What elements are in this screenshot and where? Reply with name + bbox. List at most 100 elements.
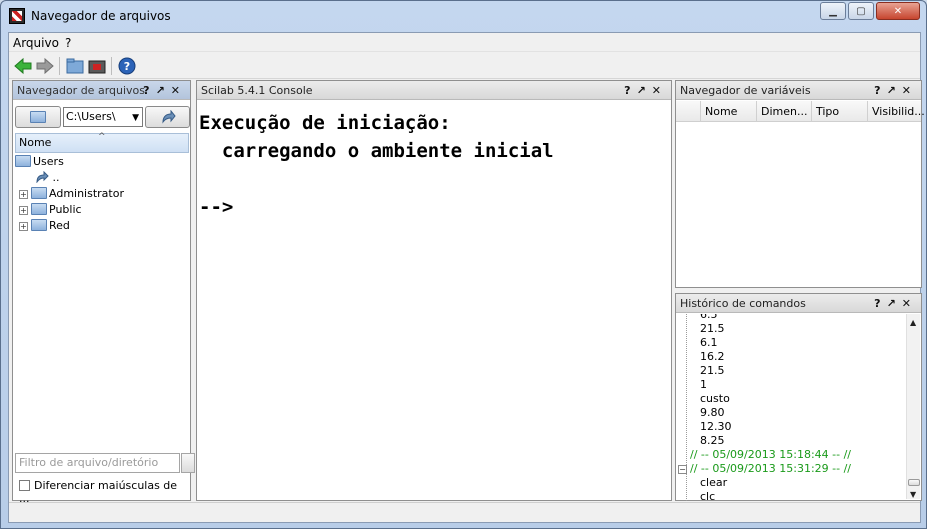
- column-dimensao[interactable]: Dimen...: [756, 101, 811, 122]
- console-line: carregando o ambiente inicial: [199, 140, 554, 162]
- title-bar[interactable]: Navegador de arquivos ▁ ▢ ✕: [1, 1, 926, 31]
- up-arrow-icon: [36, 170, 49, 184]
- expand-icon[interactable]: +: [19, 206, 28, 215]
- filter-button[interactable]: [181, 453, 195, 473]
- tree-item-administrator[interactable]: + Administrator: [19, 186, 124, 202]
- client-area: Arquivo ? ? Navegador de arquivos ?↗✕ C:…: [8, 32, 925, 523]
- history-entry[interactable]: custo: [700, 392, 730, 406]
- command-history-title: Histórico de comandos: [680, 297, 806, 310]
- menu-bar: Arquivo ?: [9, 33, 920, 52]
- file-filter-input[interactable]: Filtro de arquivo/diretório: [15, 453, 180, 473]
- history-entry[interactable]: 1: [700, 378, 707, 392]
- history-entry[interactable]: 6.5: [700, 314, 718, 322]
- arrow-right-icon[interactable]: [35, 56, 55, 76]
- console-header[interactable]: Scilab 5.4.1 Console ?↗✕: [197, 81, 671, 100]
- tree-item-root[interactable]: Users: [15, 154, 64, 170]
- variable-browser-header[interactable]: Navegador de variáveis ?↗✕: [676, 81, 921, 100]
- status-bar: [9, 502, 920, 522]
- open-folder-icon: [15, 155, 31, 167]
- minimize-button[interactable]: ▁: [820, 2, 846, 20]
- panel-help-icon[interactable]: ?: [143, 84, 155, 97]
- help-icon[interactable]: ?: [117, 56, 137, 76]
- panel-help-icon[interactable]: ?: [874, 84, 886, 97]
- panel-undock-icon[interactable]: ↗: [156, 84, 171, 97]
- console-output[interactable]: Execução de iniciação: carregando o ambi…: [199, 109, 554, 221]
- console-title: Scilab 5.4.1 Console: [201, 84, 313, 97]
- parent-directory-button[interactable]: [145, 106, 190, 128]
- sort-ascending-icon: ^: [98, 132, 106, 142]
- choose-directory-button[interactable]: [15, 106, 61, 128]
- expand-icon[interactable]: +: [19, 190, 28, 199]
- path-combobox[interactable]: C:\Users\ ▼: [63, 107, 143, 127]
- svg-text:?: ?: [124, 60, 130, 73]
- console-line: Execução de iniciação:: [199, 112, 451, 134]
- menu-help[interactable]: ?: [65, 36, 71, 50]
- folder-icon: [31, 203, 47, 215]
- history-session[interactable]: // -- 05/09/2013 15:18:44 -- //: [690, 448, 851, 462]
- arrow-left-icon[interactable]: [13, 56, 33, 76]
- tree-item-up[interactable]: ..: [35, 170, 60, 186]
- column-tipo[interactable]: Tipo: [811, 101, 867, 122]
- expand-icon[interactable]: +: [19, 222, 28, 231]
- command-history-header[interactable]: Histórico de comandos ?↗✕: [676, 294, 921, 313]
- toolbar-separator: [111, 57, 112, 75]
- history-scrollbar[interactable]: ▲ ▼: [906, 314, 920, 499]
- file-browser-panel: Navegador de arquivos ?↗✕ C:\Users\ ▼ ^ …: [12, 80, 195, 505]
- collapse-icon[interactable]: −: [678, 465, 687, 474]
- panel-close-icon[interactable]: ✕: [652, 84, 667, 97]
- open-folder-icon[interactable]: [65, 56, 85, 76]
- console-panel[interactable]: Scilab 5.4.1 Console ?↗✕ Execução de ini…: [196, 80, 672, 501]
- case-sensitive-checkbox[interactable]: [19, 480, 30, 491]
- panel-close-icon[interactable]: ✕: [171, 84, 186, 97]
- scroll-up-icon[interactable]: ▲: [910, 318, 916, 327]
- column-visibilidade[interactable]: Visibilid...: [867, 101, 925, 122]
- tree-item-public[interactable]: + Public: [19, 202, 82, 218]
- file-browser-title: Navegador de arquivos: [17, 84, 145, 97]
- history-entry[interactable]: 9.80: [700, 406, 725, 420]
- chevron-down-icon[interactable]: ▼: [132, 109, 139, 127]
- panel-help-icon[interactable]: ?: [624, 84, 636, 97]
- panel-undock-icon[interactable]: ↗: [887, 297, 902, 310]
- console-prompt[interactable]: -->: [199, 196, 233, 218]
- path-value: C:\Users\: [66, 110, 116, 123]
- tree-item-label: Users: [33, 155, 64, 168]
- command-history-panel: Histórico de comandos ?↗✕ 6.5 21.5 6.1 1…: [675, 293, 922, 501]
- panel-undock-icon[interactable]: ↗: [637, 84, 652, 97]
- history-entry[interactable]: 21.5: [700, 364, 725, 378]
- tree-item-label: Administrator: [49, 187, 124, 200]
- panel-close-icon[interactable]: ✕: [902, 84, 917, 97]
- history-entry[interactable]: clear: [700, 476, 727, 490]
- history-session[interactable]: −// -- 05/09/2013 15:31:29 -- //: [678, 462, 851, 476]
- history-entry[interactable]: 12.30: [700, 420, 732, 434]
- up-arrow-icon: [162, 110, 176, 124]
- maximize-button[interactable]: ▢: [848, 2, 874, 20]
- panel-undock-icon[interactable]: ↗: [887, 84, 902, 97]
- history-entry[interactable]: clc: [700, 490, 715, 501]
- name-column-header[interactable]: ^ Nome: [15, 132, 189, 153]
- window-title: Navegador de arquivos: [31, 9, 171, 23]
- tree-item-red[interactable]: + Red: [19, 218, 70, 234]
- scilab-app-icon: [9, 8, 25, 24]
- history-session-label: // -- 05/09/2013 15:31:29 -- //: [690, 462, 851, 475]
- main-window: Navegador de arquivos ▁ ▢ ✕ Arquivo ? ? …: [0, 0, 927, 529]
- scroll-thumb[interactable]: [908, 479, 920, 486]
- tree-item-label: Public: [49, 203, 82, 216]
- scilab-folder-icon[interactable]: [87, 56, 107, 76]
- history-entry[interactable]: 8.25: [700, 434, 725, 448]
- panel-help-icon[interactable]: ?: [874, 297, 886, 310]
- menu-arquivo[interactable]: Arquivo: [13, 36, 59, 50]
- tree-item-label: Red: [49, 219, 70, 232]
- tree-item-label: ..: [52, 171, 60, 184]
- close-window-button[interactable]: ✕: [876, 2, 920, 20]
- file-browser-header[interactable]: Navegador de arquivos ?↗✕: [13, 81, 190, 100]
- history-entry[interactable]: 16.2: [700, 350, 725, 364]
- history-entry[interactable]: 21.5: [700, 322, 725, 336]
- variable-table-header: Nome Dimen... Tipo Visibilid...: [676, 101, 925, 122]
- variable-browser-title: Navegador de variáveis: [680, 84, 811, 97]
- scroll-down-icon[interactable]: ▼: [910, 490, 916, 499]
- panel-close-icon[interactable]: ✕: [902, 297, 917, 310]
- column-nome[interactable]: Nome: [700, 101, 756, 122]
- folder-icon: [31, 187, 47, 199]
- history-entry[interactable]: 6.1: [700, 336, 718, 350]
- variable-browser-panel: Navegador de variáveis ?↗✕ Nome Dimen...…: [675, 80, 925, 288]
